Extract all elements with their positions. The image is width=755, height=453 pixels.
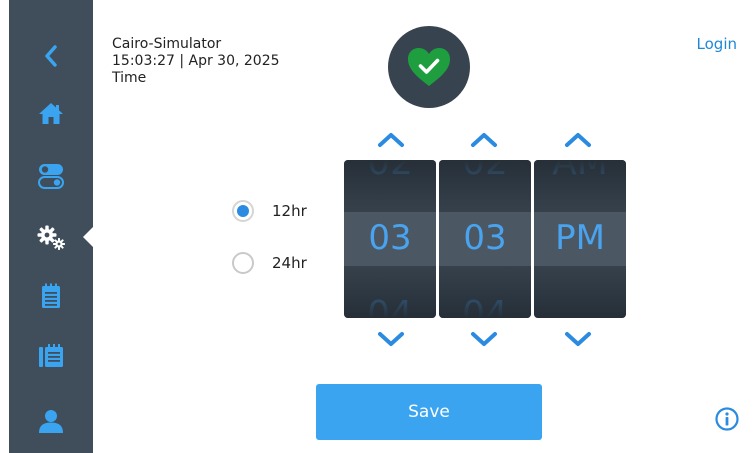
fade-bottom [534, 266, 626, 318]
sidebar [9, 0, 94, 453]
format-option-12hr[interactable]: 12hr [232, 200, 307, 222]
period-value: PM [555, 218, 605, 258]
format-option-24hr[interactable]: 24hr [232, 252, 307, 274]
app-window: Cairo-Simulator 15:03:27 | Apr 30, 2025 … [0, 0, 755, 453]
save-button[interactable]: Save [316, 384, 542, 440]
radio-label-12hr: 12hr [272, 202, 307, 220]
toggle-switch-icon [38, 164, 64, 189]
sidebar-item-home[interactable] [9, 89, 93, 137]
sidebar-item-toggles[interactable] [9, 152, 93, 200]
fade-bottom [439, 266, 531, 318]
hour-up-button[interactable] [371, 127, 411, 151]
records-icon [39, 344, 63, 367]
fade-top [534, 160, 626, 212]
period-up-button[interactable] [558, 127, 598, 151]
info-icon [715, 407, 739, 431]
period-down-button[interactable] [558, 327, 598, 351]
user-icon [39, 410, 63, 433]
info-button[interactable] [715, 407, 739, 431]
period-picker[interactable]: AM PM [534, 160, 626, 318]
hour-picker[interactable]: 02 03 04 [344, 160, 436, 318]
sidebar-item-settings[interactable] [9, 213, 94, 261]
hour-down-button[interactable] [371, 327, 411, 351]
chevron-down-icon [378, 332, 404, 346]
radio-12hr[interactable] [232, 200, 254, 222]
minute-value: 03 [463, 218, 507, 258]
fade-top [344, 160, 436, 212]
sidebar-item-user[interactable] [9, 397, 93, 445]
minute-up-button[interactable] [464, 127, 504, 151]
active-indicator [83, 226, 94, 248]
sidebar-item-records[interactable] [9, 332, 93, 380]
chevron-down-icon [471, 332, 497, 346]
heart-check-icon [408, 48, 450, 86]
minute-picker[interactable]: 02 03 04 [439, 160, 531, 318]
login-link[interactable]: Login [697, 35, 737, 53]
chevron-down-icon [565, 332, 591, 346]
minute-down-button[interactable] [464, 327, 504, 351]
header-info: Cairo-Simulator 15:03:27 | Apr 30, 2025 … [112, 36, 280, 87]
status-indicator [388, 26, 470, 108]
chevron-up-icon [471, 133, 497, 147]
fade-bottom [344, 266, 436, 318]
back-chevron-icon [45, 45, 57, 67]
device-name: Cairo-Simulator [112, 36, 222, 52]
page-title: Time [112, 70, 147, 86]
gears-icon [37, 225, 65, 250]
chevron-up-icon [565, 133, 591, 147]
radio-24hr[interactable] [232, 252, 254, 274]
hour-value: 03 [368, 218, 412, 258]
chevron-up-icon [378, 133, 404, 147]
current-datetime: 15:03:27 | Apr 30, 2025 [112, 53, 280, 69]
home-icon [39, 103, 63, 124]
frame-edge [0, 0, 9, 453]
sidebar-item-log[interactable] [9, 272, 93, 320]
back-button[interactable] [9, 32, 93, 80]
fade-top [439, 160, 531, 212]
notepad-icon [42, 283, 60, 308]
radio-label-24hr: 24hr [272, 254, 307, 272]
